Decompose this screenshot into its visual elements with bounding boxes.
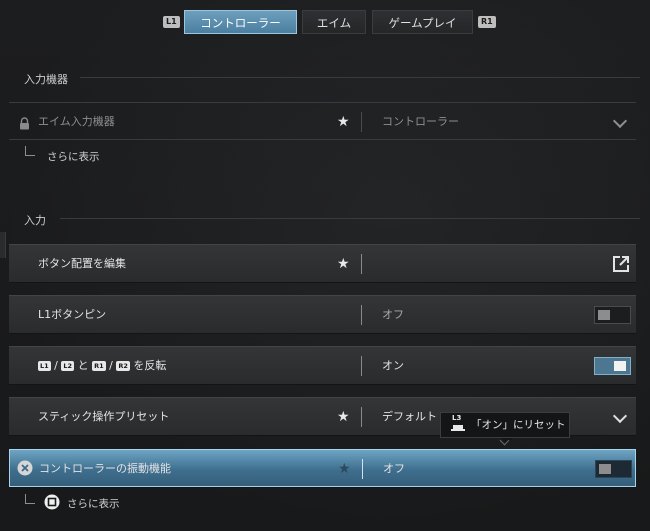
tab-controller[interactable]: コントローラー [184,10,297,34]
tooltip-text: 「オン」にリセット [471,419,566,431]
l1-button-icon: L1 [38,361,51,371]
setting-row-swap-buttons[interactable]: L1 / L2 と R1 / R2 を反転 オン [9,346,636,384]
setting-value: オン [382,359,404,372]
setting-label: L1ボタンピン [38,308,107,321]
and-text: と [77,359,89,372]
section-divider [80,77,640,78]
toggle-knob [598,310,610,320]
chevron-down-icon[interactable] [612,113,628,129]
setting-value: オフ [382,308,404,321]
toggle-switch[interactable] [594,357,631,375]
section-divider [60,218,640,219]
scroll-edge-handle [0,232,6,258]
setting-label: スティック操作プリセット [38,410,170,423]
sub-corner-icon [25,146,35,156]
section-title-input-device: 入力機器 [24,73,68,86]
row-divider [361,254,362,274]
external-link-icon[interactable] [612,255,630,273]
separator-text: / [54,359,58,372]
star-icon[interactable]: ★ [338,450,351,488]
r2-button-icon: R2 [116,361,130,371]
setting-value: オフ [383,462,405,475]
row-divider [361,112,362,132]
toggle-switch[interactable] [595,460,632,478]
chevron-down-icon[interactable] [612,408,628,424]
tab-aim[interactable]: エイム [302,10,366,34]
tab-gameplay[interactable]: ゲームプレイ [372,10,473,34]
star-icon[interactable]: ★ [337,245,350,283]
setting-row-aim-device[interactable]: エイム入力機器 ★ コントローラー [9,102,636,140]
separator-text: / [109,359,113,372]
setting-row-vibration[interactable]: コントローラーの振動機能 ★ オフ [9,449,636,487]
setting-value: デフォルト [382,410,437,423]
show-more-link[interactable]: さらに表示 [47,149,100,164]
section-title-input: 入力 [24,214,46,227]
setting-value: コントローラー [382,115,459,128]
tab-bar: L1 コントローラー エイム ゲームプレイ R1 [0,10,650,36]
sub-corner-icon [25,494,35,504]
setting-label: エイム入力機器 [38,115,115,128]
setting-label: ボタン配置を編集 [38,257,126,270]
reset-x-icon[interactable] [17,460,33,476]
l3-label: L3 [452,414,462,422]
l2-button-icon: L2 [61,361,75,371]
show-more-link[interactable]: さらに表示 [67,496,120,511]
toggle-switch[interactable] [594,306,631,324]
r1-button-icon: R1 [92,361,106,371]
row-divider [361,305,362,325]
setting-label: L1 / L2 と R1 / R2 を反転 [38,347,166,385]
r1-hint-badge: R1 [478,16,496,28]
row-divider [361,356,362,376]
setting-label: コントローラーの振動機能 [39,462,171,475]
star-icon[interactable]: ★ [337,398,350,436]
star-icon[interactable]: ★ [337,103,350,141]
square-button-icon [44,494,60,510]
swap-suffix-text: を反転 [133,359,167,372]
row-divider [361,407,362,427]
toggle-knob [614,361,626,371]
setting-row-edit-buttons[interactable]: ボタン配置を編集 ★ [9,244,636,282]
row-divider [362,459,363,479]
setting-row-l1-pin[interactable]: L1ボタンピン オフ [9,295,636,333]
l1-hint-badge: L1 [163,16,180,28]
reset-tooltip: L3 「オン」にリセット [440,412,570,444]
lock-icon [19,115,30,130]
toggle-knob [599,464,611,474]
